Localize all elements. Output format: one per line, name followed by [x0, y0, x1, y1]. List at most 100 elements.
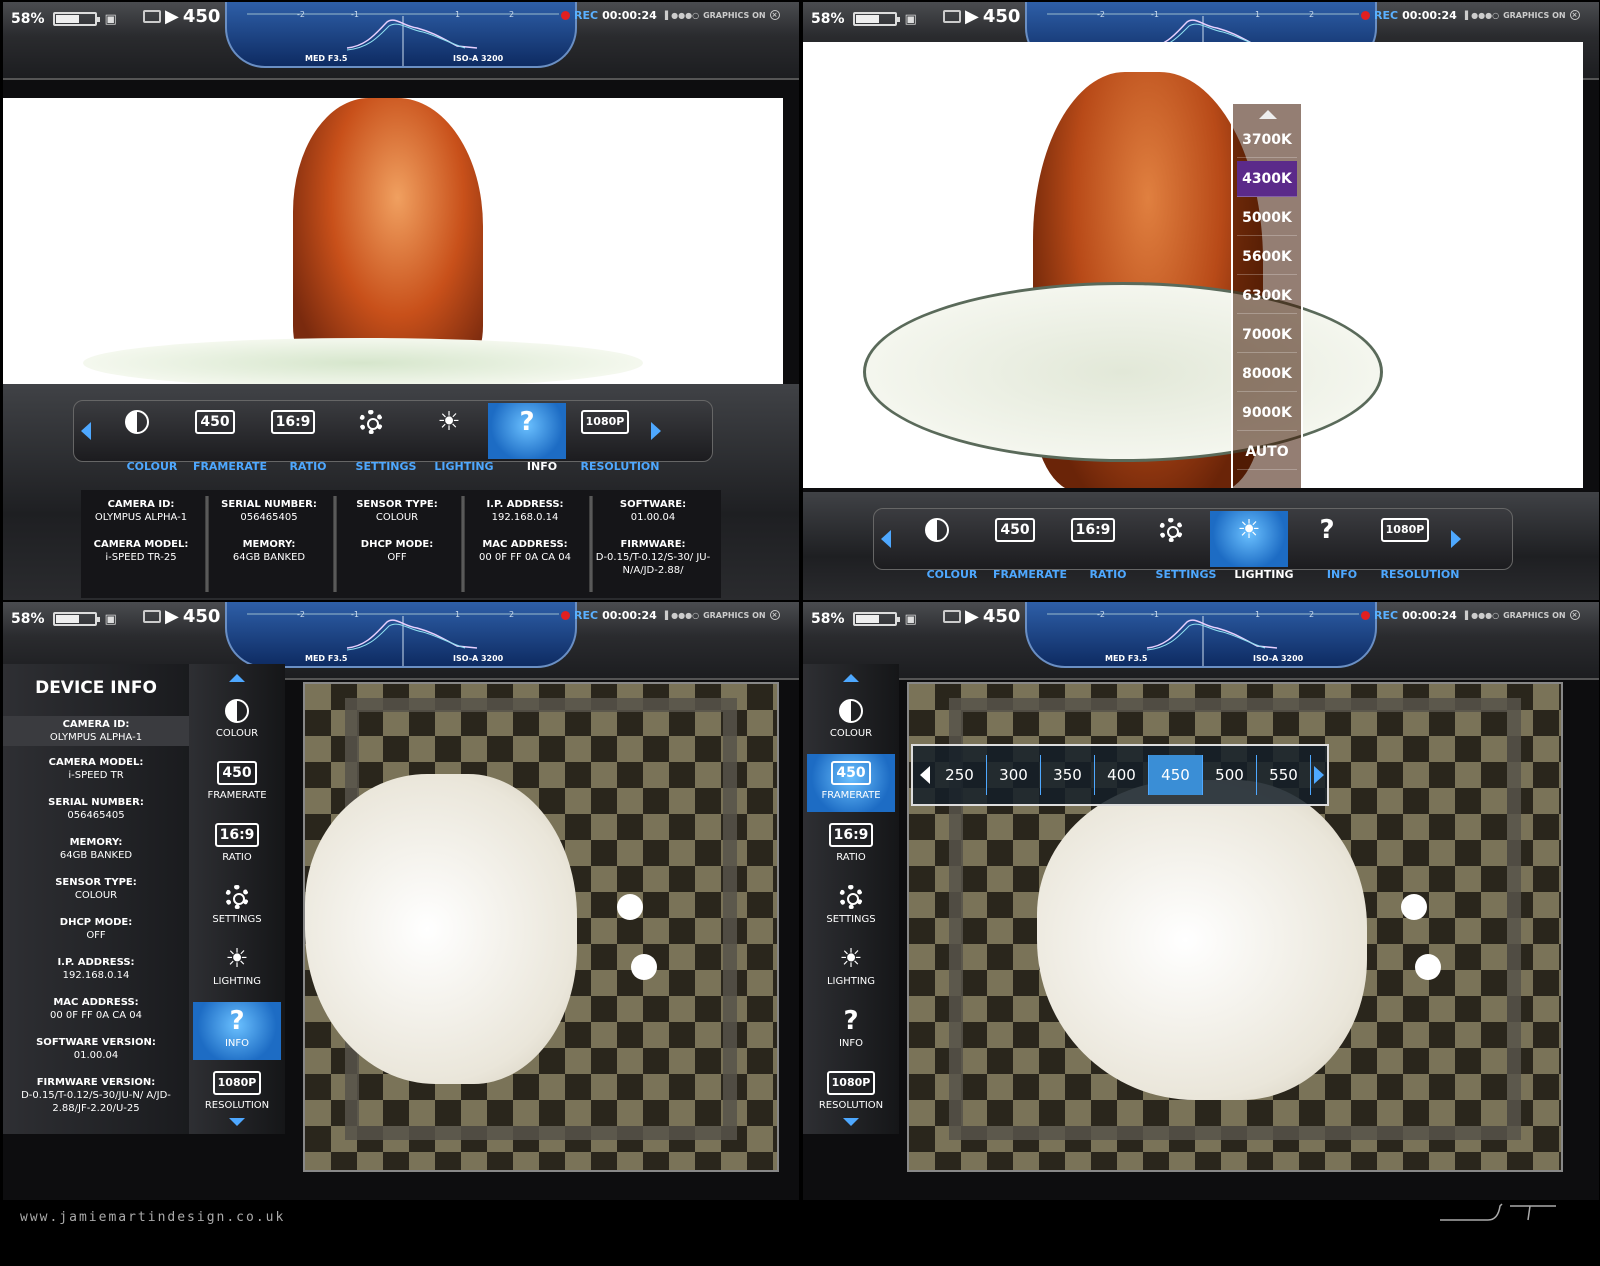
- device-info-value: 056465405: [67, 810, 125, 821]
- menu-label-framerate: FRAMERATE: [992, 568, 1068, 581]
- menu-item-framerate[interactable]: 450: [176, 403, 254, 459]
- menu-down-arrow[interactable]: [843, 1118, 859, 1126]
- lock-icon[interactable]: ▣: [105, 12, 117, 27]
- menu-item-settings[interactable]: [332, 403, 410, 459]
- record-status[interactable]: REC 00:00:24: [1361, 609, 1457, 622]
- menu-label-ratio: RATIO: [289, 460, 327, 473]
- device-info-label: CAMERA MODEL:: [48, 757, 144, 768]
- sun-icon: ☀: [1229, 515, 1269, 545]
- temperature-option[interactable]: 4300K: [1237, 161, 1297, 197]
- menu-item-framerate[interactable]: 450 FRAMERATE: [193, 754, 281, 812]
- menu-item-colour[interactable]: [98, 403, 176, 459]
- graphics-toggle[interactable]: ▌●●●○ GRAPHICS ON ×: [665, 610, 780, 620]
- film-icon: [943, 10, 961, 23]
- menu-item-lighting[interactable]: ☀: [410, 403, 488, 459]
- histogram-tick: 1: [455, 10, 461, 19]
- menu-item-info[interactable]: ? INFO: [807, 1002, 895, 1060]
- info-label: DHCP MODE:: [360, 539, 434, 550]
- record-status[interactable]: REC 00:00:24: [1361, 9, 1457, 22]
- status-bar: 58%▣▶450FPS-2-112MED F3.5ISO-A 3200REC00…: [3, 2, 799, 80]
- framerate-option[interactable]: 350: [1041, 755, 1095, 795]
- framerate-option[interactable]: 300: [987, 755, 1041, 795]
- framerate-right-arrow[interactable]: [1311, 766, 1327, 784]
- framerate-option[interactable]: 450: [1149, 755, 1203, 795]
- fps-value: 450: [182, 6, 221, 27]
- menu-up-arrow[interactable]: [843, 674, 859, 682]
- device-info-entry: DHCP MODE: OFF: [3, 916, 189, 942]
- menu-down-arrow[interactable]: [229, 1118, 245, 1126]
- device-info-label: SERIAL NUMBER:: [48, 797, 144, 808]
- record-status[interactable]: REC 00:00:24: [561, 9, 657, 22]
- temperature-option[interactable]: 8000K: [1237, 356, 1297, 392]
- menu-right-arrow[interactable]: [644, 422, 668, 440]
- temperature-option[interactable]: 3700K: [1237, 122, 1297, 158]
- info-value: OLYMPUS ALPHA-1: [94, 512, 188, 523]
- framerate-icon: 450: [831, 758, 871, 788]
- histogram-tick: -1: [351, 610, 359, 619]
- menu-left-arrow[interactable]: [74, 422, 98, 440]
- framerate-option[interactable]: 500: [1203, 755, 1257, 795]
- battery-percent: 58%: [811, 611, 845, 627]
- info-cell: SENSOR TYPE: COLOUR: [337, 498, 457, 524]
- temperature-option[interactable]: 9000K: [1237, 395, 1297, 431]
- lock-icon[interactable]: ▣: [905, 612, 917, 627]
- device-info-value: OLYMPUS ALPHA-1: [49, 732, 143, 743]
- timecode: 00:00:24: [602, 9, 657, 22]
- framerate-option[interactable]: 400: [1095, 755, 1149, 795]
- framerate-left-arrow[interactable]: [917, 766, 933, 784]
- menu-item-resolution[interactable]: 1080P: [1366, 511, 1444, 567]
- menu-item-colour[interactable]: COLOUR: [807, 692, 895, 750]
- menu-item-framerate[interactable]: 450: [976, 511, 1054, 567]
- device-info-entry: CAMERA MODEL: i-SPEED TR: [3, 756, 189, 782]
- signal-icon: ▌●●●○: [665, 10, 700, 20]
- lock-icon[interactable]: ▣: [105, 612, 117, 627]
- gear-glyph: [839, 885, 863, 909]
- menu-item-settings[interactable]: [1132, 511, 1210, 567]
- framerate-option[interactable]: 250: [933, 755, 987, 795]
- menu-item-settings[interactable]: SETTINGS: [807, 878, 895, 936]
- menu-item-resolution[interactable]: 1080P RESOLUTION: [193, 1064, 281, 1122]
- status-left: 58% ▣: [11, 608, 117, 630]
- graphics-toggle[interactable]: ▌●●●○ GRAPHICS ON ×: [665, 10, 780, 20]
- temperature-option[interactable]: 7000K: [1237, 317, 1297, 353]
- menu-item-ratio[interactable]: 16:9: [1054, 511, 1132, 567]
- graphics-toggle[interactable]: ▌●●●○ GRAPHICS ON ×: [1465, 610, 1580, 620]
- menu-item-lighting[interactable]: ☀ LIGHTING: [193, 940, 281, 998]
- sun-glyph: ☀: [839, 944, 863, 974]
- menu-item-lighting[interactable]: ☀ LIGHTING: [807, 940, 895, 998]
- record-label: REC: [1374, 9, 1399, 22]
- menu-item-ratio[interactable]: 16:9 RATIO: [807, 816, 895, 874]
- menu-item-colour[interactable]: COLOUR: [193, 692, 281, 750]
- menu-item-info[interactable]: ?: [488, 403, 566, 459]
- temperature-option[interactable]: 5600K: [1237, 239, 1297, 275]
- menu-item-info[interactable]: ? INFO: [193, 1002, 281, 1060]
- menu-item-ratio[interactable]: 16:9 RATIO: [193, 816, 281, 874]
- menu-item-colour[interactable]: [898, 511, 976, 567]
- video-preview: [3, 98, 783, 388]
- gear-glyph: [1159, 518, 1183, 542]
- temp-up-arrow[interactable]: [1259, 110, 1277, 119]
- menu-right-arrow[interactable]: [1444, 530, 1468, 548]
- temperature-option[interactable]: 6300K: [1237, 278, 1297, 314]
- framerate-option[interactable]: 550: [1257, 755, 1311, 795]
- footer-url[interactable]: www.jamiemartindesign.co.uk: [20, 1210, 285, 1225]
- menu-item-ratio[interactable]: 16:9: [254, 403, 332, 459]
- menu-item-resolution[interactable]: 1080P: [566, 403, 644, 459]
- info-label: SENSOR TYPE:: [356, 499, 438, 510]
- menu-item-lighting[interactable]: ☀: [1210, 511, 1288, 567]
- menu-item-settings[interactable]: SETTINGS: [193, 878, 281, 936]
- menu-item-info[interactable]: ?: [1288, 511, 1366, 567]
- temperature-option[interactable]: AUTO: [1237, 434, 1297, 470]
- record-status[interactable]: REC 00:00:24: [561, 609, 657, 622]
- graphics-toggle[interactable]: ▌●●●○ GRAPHICS ON ×: [1465, 10, 1580, 20]
- temperature-option[interactable]: 5000K: [1237, 200, 1297, 236]
- device-info-value: D-0.15/T-0.12/S-30/JU-N/ A/JD-2.88/JF-2.…: [21, 1090, 171, 1114]
- menu-left-arrow[interactable]: [874, 530, 898, 548]
- menu-up-arrow[interactable]: [229, 674, 245, 682]
- menu-label-colour: COLOUR: [926, 568, 978, 581]
- question-icon: ?: [507, 407, 547, 437]
- play-icon: ▶: [965, 6, 979, 27]
- menu-item-framerate[interactable]: 450 FRAMERATE: [807, 754, 895, 812]
- menu-item-resolution[interactable]: 1080P RESOLUTION: [807, 1064, 895, 1122]
- lock-icon[interactable]: ▣: [905, 12, 917, 27]
